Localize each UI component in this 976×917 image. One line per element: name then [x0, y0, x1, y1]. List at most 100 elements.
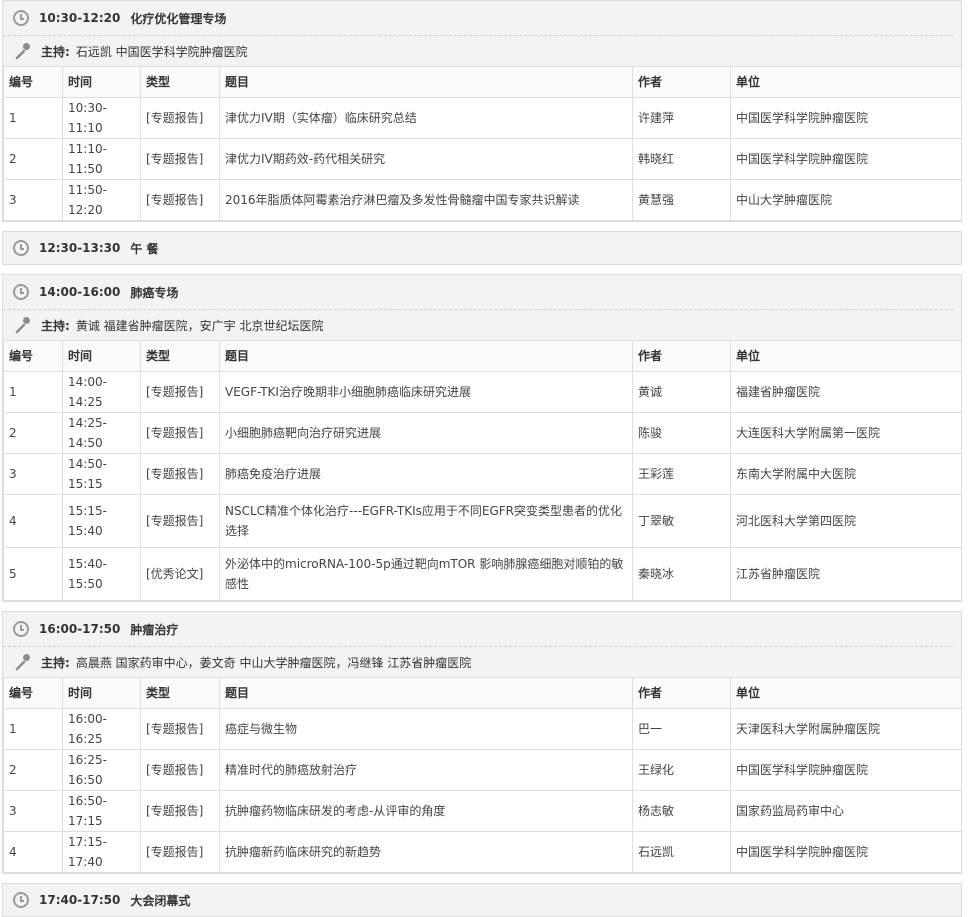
- cell-author: 黄慧强: [632, 179, 731, 221]
- column-header-title: 题目: [219, 677, 633, 709]
- session-title: 化疗优化管理专场: [130, 11, 227, 26]
- column-header-time: 时间: [62, 340, 141, 372]
- cell-unit: 福建省肿瘤医院: [730, 371, 962, 413]
- cell-author: 王绿化: [632, 749, 731, 791]
- microphone-icon: [15, 42, 33, 60]
- table-row: 1 10:30-11:10 [专题报告] 津优力IV期（实体瘤）临床研究总结 许建萍 中国…: [3, 97, 962, 139]
- column-header-time: 时间: [62, 677, 141, 709]
- agenda-table: 编号 时间 类型 题目 作者 单位 1 14:00-14:25 [专题报告] VEGF-TKI治疗…: [3, 340, 962, 601]
- cell-unit: 中国医学科学院肿瘤医院: [730, 97, 962, 139]
- cell-type: [专题报告]: [140, 749, 220, 791]
- cell-number: 3: [3, 453, 63, 495]
- cell-number: 4: [3, 831, 63, 873]
- cell-unit: 江苏省肿瘤医院: [730, 547, 962, 601]
- session-block: 17:40-17:50 大会闭幕式: [2, 883, 962, 917]
- cell-number: 3: [3, 790, 63, 832]
- cell-title: 津优力IV期药效-药代相关研究: [219, 138, 633, 180]
- cell-author: 杨志敏: [632, 790, 731, 832]
- table-row: 4 17:15-17:40 [专题报告] 抗肿瘤新药临床研究的新趋势 石远凯 中国医学科学…: [3, 831, 962, 873]
- clock-icon: [13, 892, 29, 908]
- table-row: 3 14:50-15:15 [专题报告] 肺癌免疫治疗进展 王彩莲 东南大学附属中大医院: [3, 453, 962, 495]
- cell-author: 陈骏: [632, 412, 731, 454]
- table-row: 2 16:25-16:50 [专题报告] 精准时代的肺癌放射治疗 王绿化 中国医学科学院肿…: [3, 749, 962, 791]
- cell-unit: 中国医学科学院肿瘤医院: [730, 831, 962, 873]
- column-header-type: 类型: [140, 66, 220, 98]
- session-host: 主持: 高晨燕 国家药审中心，姜文奇 中山大学肿瘤医院，冯继锋 江苏省肿瘤医院: [3, 646, 953, 677]
- microphone-icon: [15, 653, 33, 671]
- column-header-unit: 单位: [730, 66, 962, 98]
- cell-title: 小细胞肺癌靶向治疗研究进展: [219, 412, 633, 454]
- cell-title: 2016年脂质体阿霉素治疗淋巴瘤及多发性骨髓瘤中国专家共识解读: [219, 179, 633, 221]
- cell-title: NSCLC精准个体化治疗---EGFR-TKIs应用于不同EGFR突变类型患者的…: [219, 494, 633, 548]
- session-header: 17:40-17:50 大会闭幕式: [3, 884, 961, 916]
- cell-number: 2: [3, 749, 63, 791]
- cell-author: 黄诚: [632, 371, 731, 413]
- cell-number: 5: [3, 547, 63, 601]
- cell-type: [专题报告]: [140, 790, 220, 832]
- cell-type: [专题报告]: [140, 831, 220, 873]
- session-title: 大会闭幕式: [130, 893, 191, 908]
- cell-author: 韩晓红: [632, 138, 731, 180]
- host-label: 主持:: [41, 44, 70, 59]
- cell-unit: 中国医学科学院肿瘤医院: [730, 138, 962, 180]
- column-header-time: 时间: [62, 66, 141, 98]
- session-header: 16:00-17:50 肿瘤治疗: [3, 612, 961, 646]
- table-row: 1 14:00-14:25 [专题报告] VEGF-TKI治疗晚期非小细胞肺癌临床研究…: [3, 371, 962, 413]
- session-title: 午 餐: [130, 241, 159, 256]
- cell-author: 巴一: [632, 708, 731, 750]
- clock-icon: [13, 10, 29, 26]
- cell-type: [专题报告]: [140, 453, 220, 495]
- cell-title: 外泌体中的microRNA-100-5p通过靶向mTOR 影响肺腺癌细胞对顺铂的…: [219, 547, 633, 601]
- table-header-row: 编号 时间 类型 题目 作者 单位: [3, 340, 962, 372]
- column-header-author: 作者: [632, 677, 731, 709]
- table-row: 3 16:50-17:15 [专题报告] 抗肿瘤药物临床研发的考虑-从评审的角度 杨志敏…: [3, 790, 962, 832]
- cell-title: 抗肿瘤药物临床研发的考虑-从评审的角度: [219, 790, 633, 832]
- cell-unit: 河北医科大学第四医院: [730, 494, 962, 548]
- column-header-author: 作者: [632, 340, 731, 372]
- cell-unit: 天津医科大学附属肿瘤医院: [730, 708, 962, 750]
- cell-time: 11:50-12:20: [62, 179, 141, 221]
- cell-unit: 东南大学附属中大医院: [730, 453, 962, 495]
- cell-type: [专题报告]: [140, 412, 220, 454]
- cell-time: 17:15-17:40: [62, 831, 141, 873]
- host-names: 黄诚 福建省肿瘤医院，安广宇 北京世纪坛医院: [75, 318, 324, 333]
- session-title: 肿瘤治疗: [130, 622, 179, 637]
- cell-title: 津优力IV期（实体瘤）临床研究总结: [219, 97, 633, 139]
- column-header-type: 类型: [140, 677, 220, 709]
- cell-title: 抗肿瘤新药临床研究的新趋势: [219, 831, 633, 873]
- session-time: 14:00-16:00: [39, 285, 121, 299]
- cell-title: 癌症与微生物: [219, 708, 633, 750]
- column-header-number: 编号: [3, 340, 63, 372]
- table-row: 4 15:15-15:40 [专题报告] NSCLC精准个体化治疗---EGFR-TK…: [3, 494, 962, 548]
- session-block: 10:30-12:20 化疗优化管理专场 主持: 石远凯 中国医学科学院肿瘤医院 编号时…: [2, 0, 962, 222]
- cell-time: 15:15-15:40: [62, 494, 141, 548]
- column-header-unit: 单位: [730, 340, 962, 372]
- session-header: 14:00-16:00 肺癌专场: [3, 275, 961, 309]
- session-header: 10:30-12:20 化疗优化管理专场: [3, 1, 961, 35]
- cell-type: [专题报告]: [140, 708, 220, 750]
- cell-unit: 国家药监局药审中心: [730, 790, 962, 832]
- table-row: 2 14:25-14:50 [专题报告] 小细胞肺癌靶向治疗研究进展 陈骏 大连医科大学附…: [3, 412, 962, 454]
- agenda-table: 编号 时间 类型 题目 作者 单位 1 10:30-11:10 [专题报告] 津优力IV期（实体瘤…: [3, 66, 962, 221]
- cell-title: 精准时代的肺癌放射治疗: [219, 749, 633, 791]
- cell-unit: 大连医科大学附属第一医院: [730, 412, 962, 454]
- cell-author: 石远凯: [632, 831, 731, 873]
- cell-type: [专题报告]: [140, 494, 220, 548]
- clock-icon: [13, 621, 29, 637]
- agenda: 10:30-12:20 化疗优化管理专场 主持: 石远凯 中国医学科学院肿瘤医院 编号时…: [0, 0, 976, 917]
- agenda-table: 编号 时间 类型 题目 作者 单位 1 16:00-16:25 [专题报告] 癌症与微生物 巴一 天津…: [3, 677, 962, 873]
- cell-time: 14:50-15:15: [62, 453, 141, 495]
- cell-author: 王彩莲: [632, 453, 731, 495]
- column-header-author: 作者: [632, 66, 731, 98]
- cell-type: [专题报告]: [140, 371, 220, 413]
- cell-number: 2: [3, 138, 63, 180]
- clock-icon: [13, 240, 29, 256]
- column-header-unit: 单位: [730, 677, 962, 709]
- session-host: 主持: 黄诚 福建省肿瘤医院，安广宇 北京世纪坛医院: [3, 309, 953, 340]
- cell-author: 丁翠敏: [632, 494, 731, 548]
- cell-number: 4: [3, 494, 63, 548]
- cell-type: [优秀论文]: [140, 547, 220, 601]
- table-header-row: 编号 时间 类型 题目 作者 单位: [3, 677, 962, 709]
- host-label: 主持:: [41, 318, 70, 333]
- table-row: 5 15:40-15:50 [优秀论文] 外泌体中的microRNA-100-5p通过…: [3, 547, 962, 601]
